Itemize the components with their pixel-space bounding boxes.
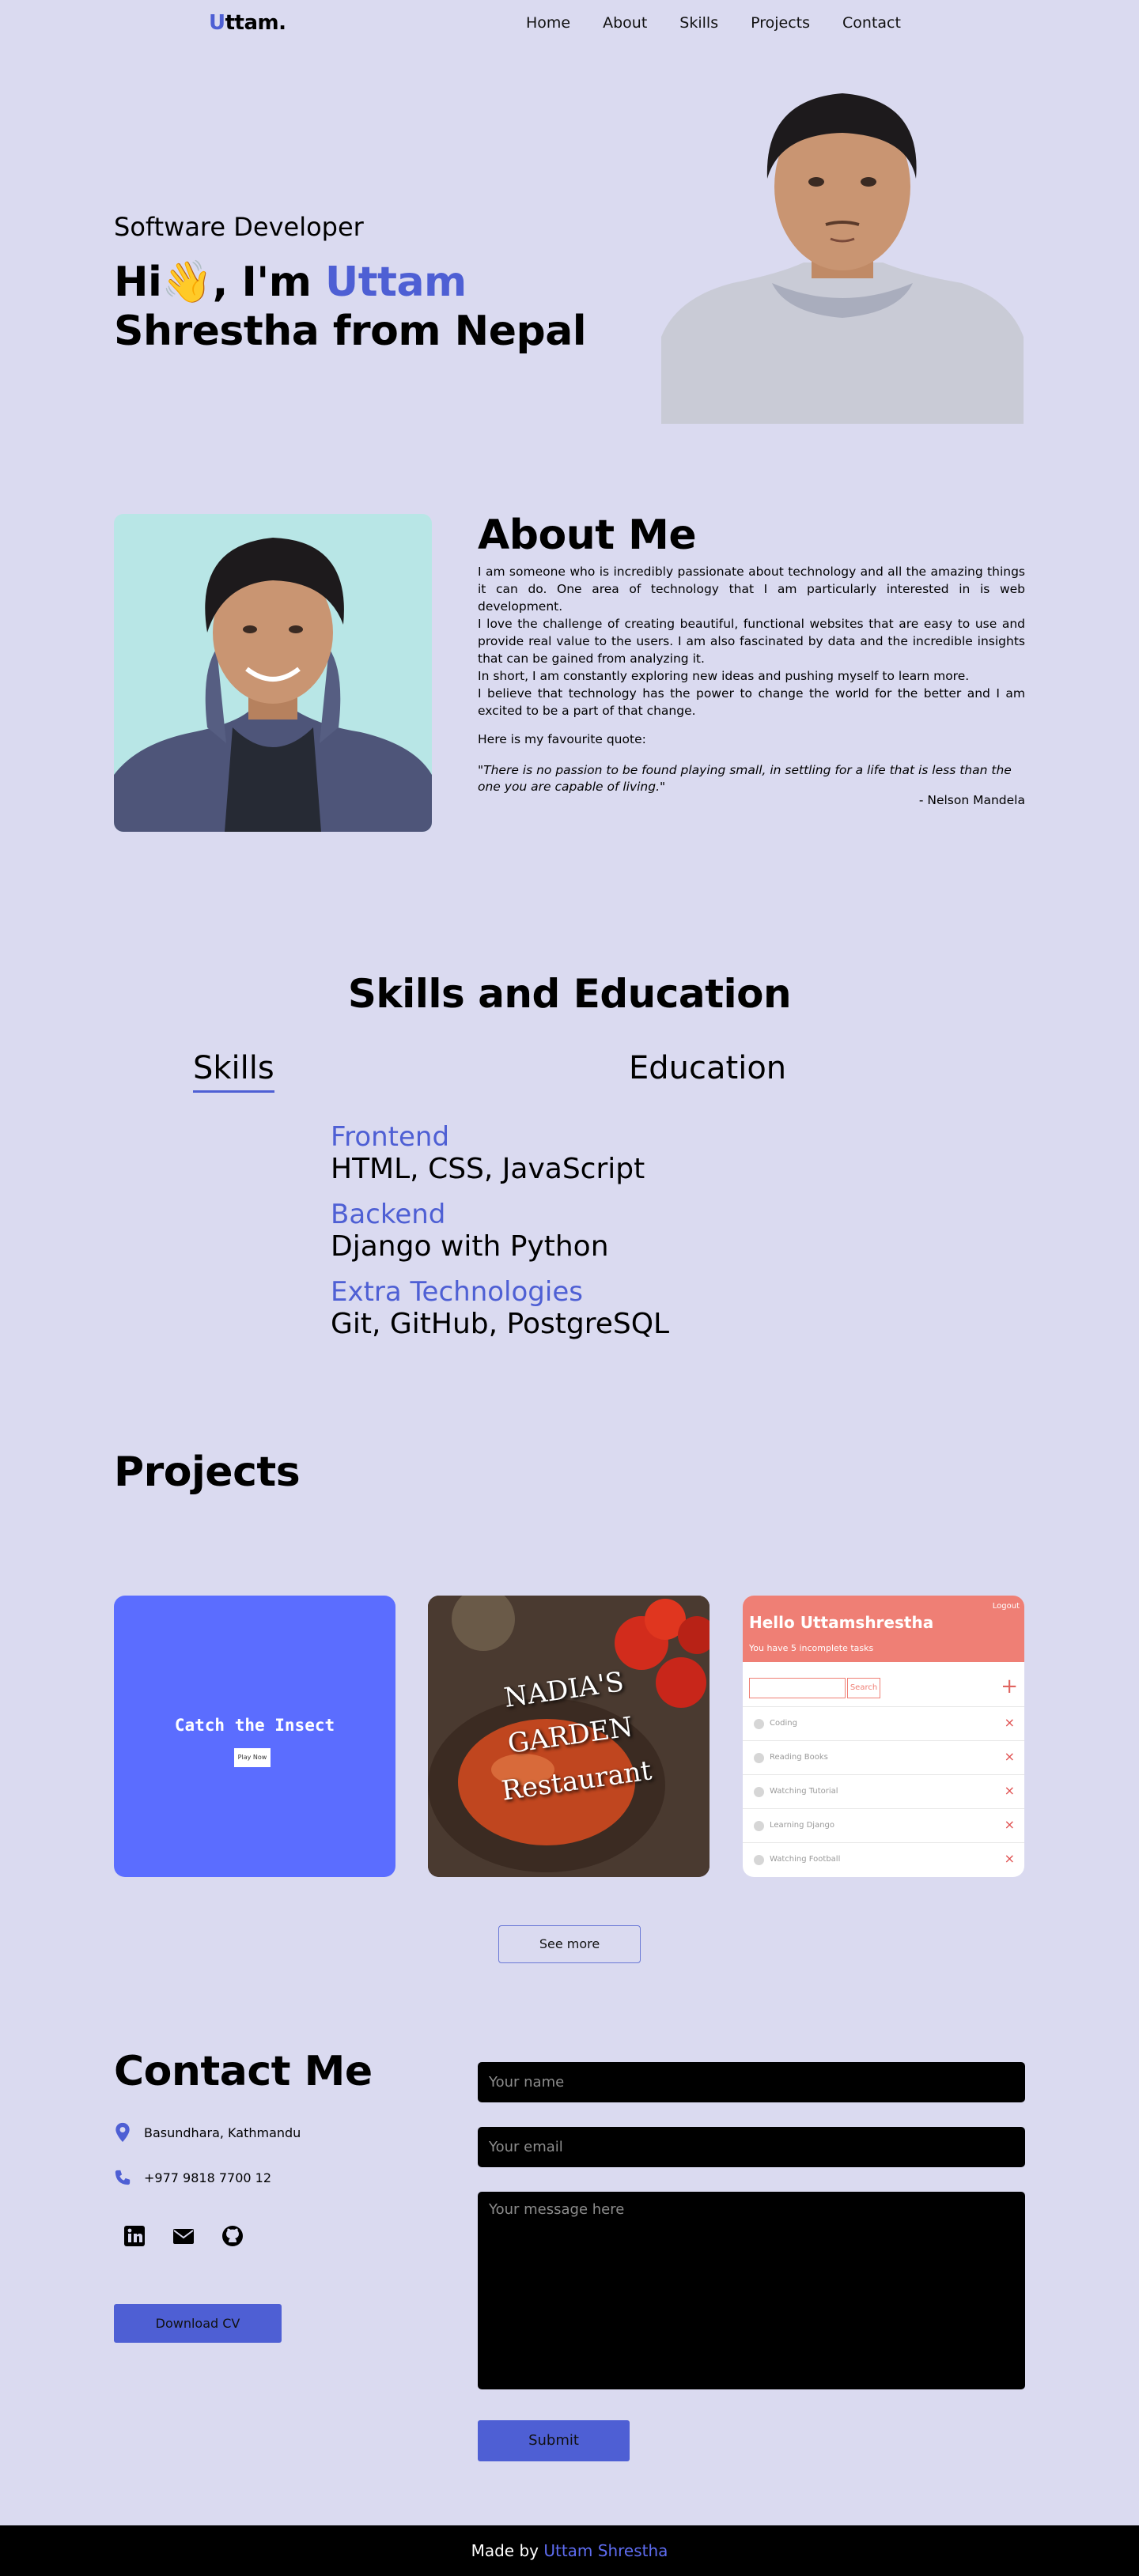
project-card-nadias-garden[interactable]: NADIA'S GARDEN Restaurant <box>428 1596 710 1877</box>
nav-link-projects[interactable]: Projects <box>751 14 810 32</box>
todo-row: Reading Books × <box>743 1740 1024 1774</box>
contact-address: Basundhara, Kathmandu <box>114 2122 301 2143</box>
about-paragraph: I love the challenge of creating beautif… <box>478 617 1025 666</box>
about-paragraph: In short, I am constantly exploring new … <box>478 669 970 683</box>
email-icon[interactable] <box>171 2223 196 2249</box>
plus-icon: + <box>1001 1675 1018 1698</box>
submit-button[interactable]: Submit <box>478 2420 630 2461</box>
footer-author-link[interactable]: Uttam Shrestha <box>543 2541 668 2560</box>
skill-value: Git, GitHub, PostgreSQL <box>331 1308 670 1340</box>
nav-link-skills[interactable]: Skills <box>679 14 718 32</box>
todo-label: Reading Books <box>770 1753 828 1762</box>
circle-icon <box>754 1753 764 1763</box>
skill-category: Extra Technologies <box>331 1276 583 1308</box>
quote-intro: Here is my favourite quote: <box>478 732 646 746</box>
skills-section-title: Skills and Education <box>347 971 792 1017</box>
skill-item: Frontend HTML, CSS, JavaScript <box>331 1121 669 1186</box>
todo-row: Learning Django × <box>743 1808 1024 1842</box>
close-icon: × <box>1004 1817 1015 1832</box>
about-paragraph: I believe that technology has the power … <box>478 686 1025 718</box>
close-icon: × <box>1004 1715 1015 1730</box>
todo-logout: Logout <box>992 1602 1020 1611</box>
project-card-title: Catch the Insect <box>174 1716 335 1735</box>
tab-education[interactable]: Education <box>629 1050 786 1086</box>
hero-portrait-image <box>661 76 1024 424</box>
skill-value: HTML, CSS, JavaScript <box>331 1153 645 1185</box>
todo-greeting: Hello Uttamshrestha <box>749 1613 934 1632</box>
footer-prefix: Made by <box>471 2541 544 2560</box>
brand-rest: ttam. <box>225 11 286 35</box>
tab-skills[interactable]: Skills <box>193 1050 274 1093</box>
contact-title: Contact Me <box>114 2048 373 2095</box>
contact-phone-text: +977 9818 7700 12 <box>144 2170 271 2185</box>
contact-phone: +977 9818 7700 12 <box>114 2167 271 2188</box>
hero-title-line2: Shrestha from Nepal <box>114 308 587 355</box>
footer: Made by Uttam Shrestha <box>0 2525 1139 2576</box>
quote-author: - Nelson Mandela <box>918 793 1025 807</box>
about-portrait-image <box>114 514 432 832</box>
download-cv-button[interactable]: Download CV <box>114 2304 282 2343</box>
todo-header: Logout Hello Uttamshrestha You have 5 in… <box>743 1596 1024 1662</box>
message-textarea[interactable] <box>478 2192 1025 2389</box>
nav-link-about[interactable]: About <box>603 14 647 32</box>
todo-label: Learning Django <box>770 1821 835 1830</box>
todo-label: Watching Football <box>770 1855 841 1864</box>
play-now-button: Play Now <box>234 1748 271 1767</box>
linkedin-icon[interactable] <box>122 2223 147 2249</box>
brand-initial: U <box>209 11 225 35</box>
social-links <box>122 2223 245 2249</box>
todo-row: Watching Football × <box>743 1842 1024 1876</box>
brand-logo[interactable]: Uttam. <box>209 11 286 35</box>
github-icon[interactable] <box>220 2223 245 2249</box>
wave-emoji-icon: 👋 <box>161 259 213 306</box>
hero-title: Hi👋, I'm Uttam Shrestha from Nepal <box>114 258 587 356</box>
todo-label: Coding <box>770 1719 797 1728</box>
todo-row: Watching Tutorial × <box>743 1774 1024 1808</box>
close-icon: × <box>1004 1783 1015 1798</box>
top-nav: Home About Skills Projects Contact <box>526 14 933 32</box>
circle-icon <box>754 1821 764 1831</box>
circle-icon <box>754 1719 764 1729</box>
project-card-todo-app[interactable]: Logout Hello Uttamshrestha You have 5 in… <box>743 1596 1024 1877</box>
hero-title-prefix: Hi <box>114 259 162 306</box>
about-title: About Me <box>478 512 697 559</box>
skill-item: Backend Django with Python <box>331 1199 669 1263</box>
close-icon: × <box>1004 1851 1015 1866</box>
restaurant-name: NADIA'S GARDEN Restaurant <box>467 1654 674 1817</box>
nav-link-contact[interactable]: Contact <box>842 14 901 32</box>
todo-search-button: Search <box>847 1678 880 1698</box>
skill-list: Frontend HTML, CSS, JavaScript Backend D… <box>331 1121 669 1354</box>
about-text: I am someone who is incredibly passionat… <box>478 563 1025 720</box>
skill-category: Backend <box>331 1199 446 1230</box>
circle-icon <box>754 1787 764 1797</box>
contact-address-text: Basundhara, Kathmandu <box>144 2125 301 2140</box>
about-paragraph: I am someone who is incredibly passionat… <box>478 565 1025 614</box>
location-pin-icon <box>115 2122 130 2143</box>
skill-item: Extra Technologies Git, GitHub, PostgreS… <box>331 1276 669 1341</box>
phone-icon <box>115 2170 131 2185</box>
hero-subtitle: Software Developer <box>114 212 364 242</box>
skill-category: Frontend <box>331 1121 450 1153</box>
skill-value: Django with Python <box>331 1230 609 1263</box>
circle-icon <box>754 1855 764 1865</box>
todo-subtitle: You have 5 incomplete tasks <box>749 1643 874 1653</box>
hero-title-mid: , I'm <box>212 259 326 306</box>
hero-title-name: Uttam <box>325 259 467 306</box>
close-icon: × <box>1004 1749 1015 1764</box>
todo-search-input <box>749 1678 846 1698</box>
todo-label: Watching Tutorial <box>770 1787 838 1796</box>
projects-title: Projects <box>114 1449 301 1496</box>
todo-row: Coding × <box>743 1706 1024 1740</box>
email-input[interactable] <box>478 2127 1025 2167</box>
see-more-button[interactable]: See more <box>498 1925 641 1963</box>
project-card-catch-insect[interactable]: Catch the Insect Play Now <box>114 1596 395 1877</box>
nav-link-home[interactable]: Home <box>526 14 570 32</box>
name-input[interactable] <box>478 2062 1025 2102</box>
favourite-quote: "There is no passion to be found playing… <box>478 763 1012 794</box>
